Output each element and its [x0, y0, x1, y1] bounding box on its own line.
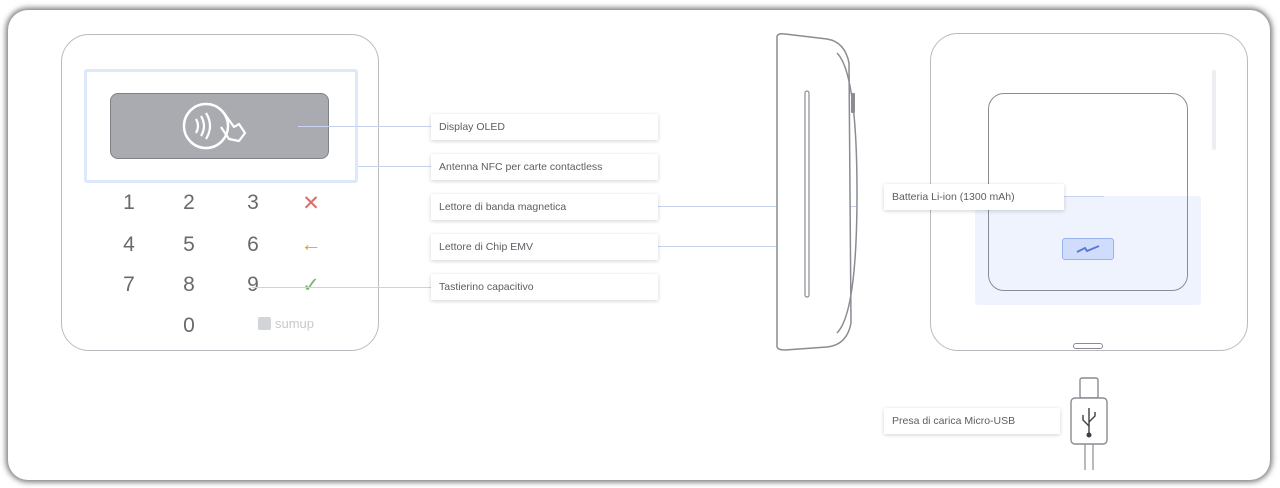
label-chip: Lettore di Chip EMV — [431, 234, 658, 260]
label-oled: Display OLED — [431, 114, 658, 140]
label-nfc: Antenna NFC per carte contactless — [431, 154, 658, 180]
lightning-bolt-icon — [1062, 238, 1114, 260]
usb-cable — [1070, 377, 1108, 470]
keypad-key-7: 7 — [123, 273, 135, 296]
sumup-logo-icon — [258, 317, 271, 330]
keypad-key-6: 6 — [247, 233, 259, 256]
contactless-icon — [182, 102, 247, 150]
usb-port — [1073, 343, 1103, 349]
keypad-key-3: 3 — [247, 191, 259, 214]
keypad-key-8: 8 — [183, 273, 195, 296]
keypad-key-0: 0 — [183, 314, 195, 337]
label-battery: Batteria Li-ion (1300 mAh) — [884, 184, 1064, 210]
keypad-key-5: 5 — [183, 233, 195, 256]
leader-line-oled — [298, 126, 431, 127]
device-side-view — [776, 33, 858, 351]
keypad-cancel-icon: ✕ — [302, 192, 320, 215]
label-usb: Presa di carica Micro-USB — [884, 408, 1060, 434]
keypad-key-1: 1 — [123, 191, 135, 214]
side-ridge — [1212, 70, 1216, 150]
keypad-key-9: 9 — [247, 273, 259, 296]
brand-logo: sumup — [258, 316, 314, 331]
brand-name: sumup — [275, 316, 315, 331]
leader-line-keypad — [252, 287, 431, 288]
label-keypad: Tastierino capacitivo — [431, 274, 658, 300]
keypad-key-2: 2 — [183, 191, 195, 214]
keypad-ok-icon: ✓ — [302, 274, 320, 297]
leader-line-nfc — [358, 166, 431, 167]
keypad-back-icon: ← — [300, 233, 322, 256]
keypad-key-4: 4 — [123, 233, 135, 256]
oled-display — [110, 93, 329, 159]
label-magstripe: Lettore di banda magnetica — [431, 194, 658, 220]
leader-line-battery — [1064, 196, 1104, 197]
